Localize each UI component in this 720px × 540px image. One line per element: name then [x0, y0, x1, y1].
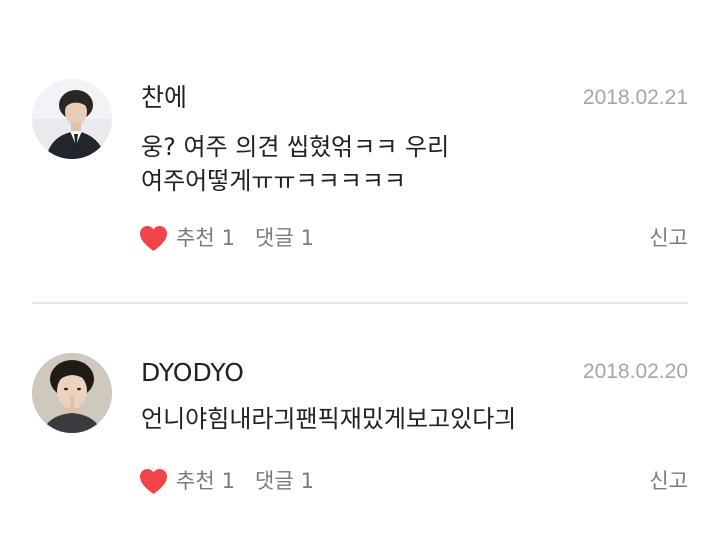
like-count: 1 — [221, 226, 236, 250]
comment-actions: 추천 1 댓글 1 — [139, 464, 314, 498]
avatar-image — [32, 353, 112, 433]
avatar[interactable] — [32, 79, 112, 159]
heart-icon — [140, 468, 167, 494]
comment-author[interactable]: DYODYO — [141, 357, 244, 389]
like-label: 추천 — [176, 226, 215, 250]
comment-author[interactable]: 찬에 — [141, 82, 187, 114]
reply-button[interactable]: 댓글 1 — [255, 221, 314, 255]
avatar-image — [32, 79, 112, 159]
comment-actions: 추천 1 댓글 1 — [139, 221, 314, 255]
reply-label: 댓글 — [255, 469, 294, 493]
comment-date: 2018.02.21 — [582, 86, 688, 109]
comment-text: 웅? 여주 의견 씹혔얶ㅋㅋ 우리 여주어떻게ㅠㅠㅋㅋㅋㅋㅋ — [141, 133, 450, 195]
like-count: 1 — [221, 469, 236, 493]
comment-item: 찬에 2018.02.21 웅? 여주 의견 씹혔얶ㅋㅋ 우리 여주어떻게ㅠㅠㅋ… — [0, 0, 720, 300]
comment-date: 2018.02.20 — [582, 360, 688, 383]
reply-count: 1 — [300, 226, 315, 250]
reply-label: 댓글 — [255, 226, 294, 250]
comment-item: DYODYO 2018.02.20 언니야힘내라긔팬픽재밌게보고있다긔 추천 1… — [0, 305, 720, 540]
like-button[interactable]: 추천 1 — [139, 221, 235, 255]
comment-text: 언니야힘내라긔팬픽재밌게보고있다긔 — [141, 405, 517, 433]
report-button[interactable]: 신고 — [649, 221, 688, 255]
reply-count: 1 — [300, 469, 315, 493]
comment-divider — [32, 302, 688, 304]
reply-button[interactable]: 댓글 1 — [255, 464, 314, 498]
like-label: 추천 — [176, 469, 215, 493]
like-button[interactable]: 추천 1 — [139, 464, 235, 498]
report-button[interactable]: 신고 — [649, 464, 688, 498]
heart-icon — [140, 225, 167, 251]
avatar[interactable] — [32, 353, 112, 433]
